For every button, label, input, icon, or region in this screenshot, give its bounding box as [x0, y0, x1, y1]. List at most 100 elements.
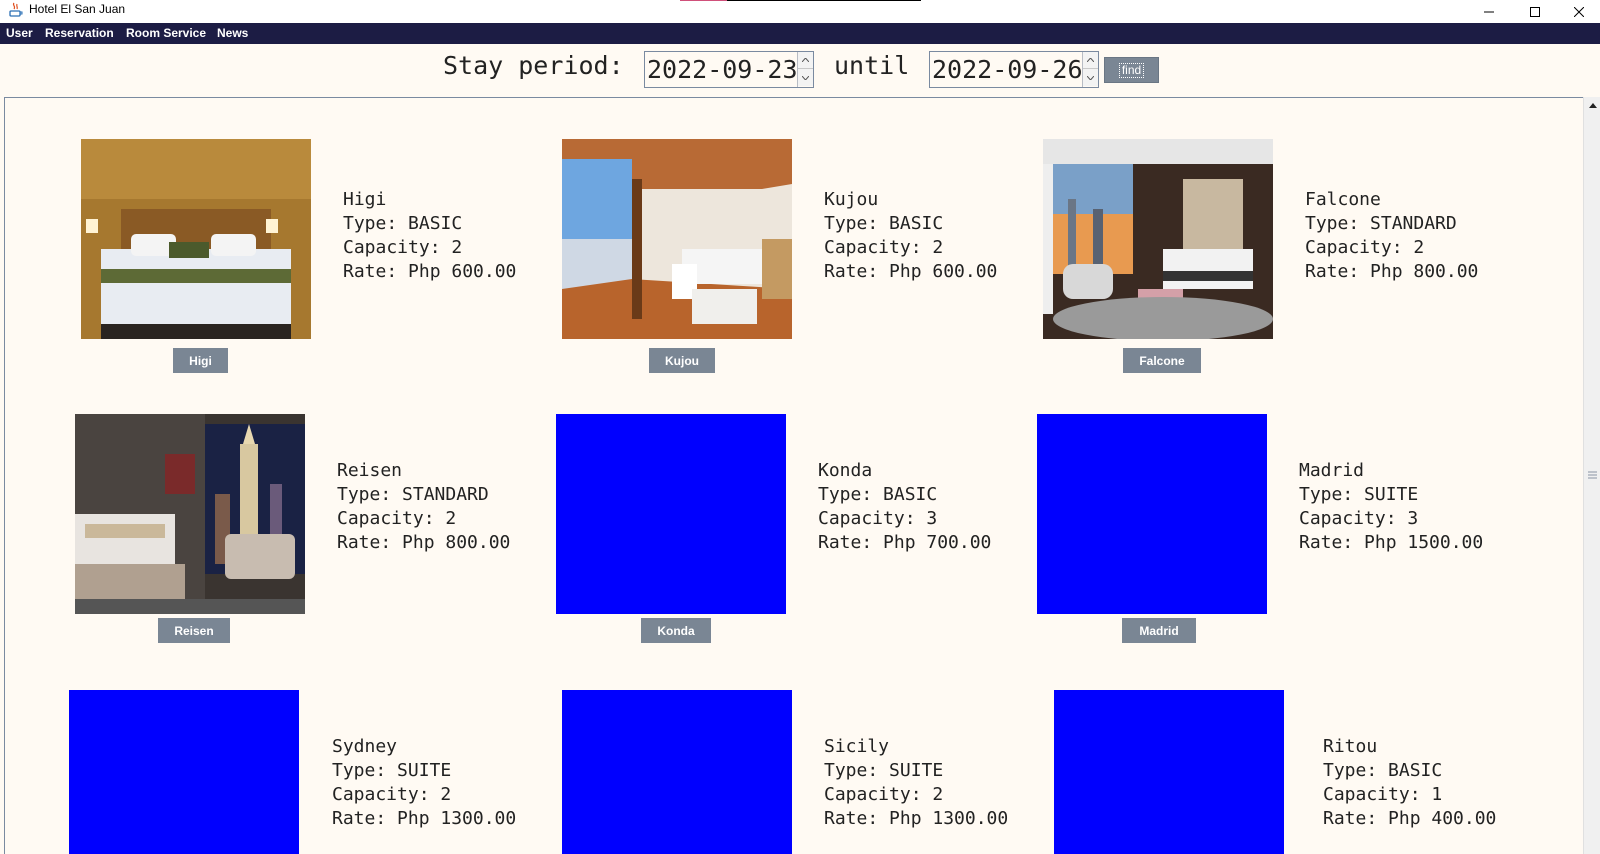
room-capacity: Capacity: 2: [824, 784, 944, 805]
room-image-ritou: [1054, 690, 1284, 854]
room-name: Reisen: [337, 460, 403, 481]
room-image-higi: [81, 139, 311, 339]
room-info-madrid: Madrid Type: SUITE Capacity: 3 Rate: Php 15…: [1299, 459, 1483, 555]
start-date-decrement[interactable]: [798, 69, 813, 86]
minimize-button[interactable]: [1466, 0, 1512, 23]
room-button-reisen[interactable]: Reisen: [158, 618, 230, 643]
room-image-falcone: [1043, 139, 1273, 339]
room-capacity: Capacity: 2: [337, 508, 457, 529]
close-icon: [1574, 6, 1584, 17]
room-name: Higi: [343, 189, 387, 210]
room-type: Type: SUITE: [824, 760, 944, 781]
room-capacity: Capacity: 2: [332, 784, 452, 805]
room-capacity: Capacity: 1: [1323, 784, 1443, 805]
image-placeholder: [556, 414, 786, 614]
room-name: Konda: [818, 460, 873, 481]
menu-user[interactable]: User: [6, 26, 33, 41]
room-rate: Rate: Php 800.00: [1305, 261, 1479, 282]
room-info-falcone: Falcone Type: STANDARD Capacity: 2 Rate: Ph…: [1305, 188, 1478, 284]
stay-period-label: Stay period:: [443, 51, 624, 80]
room-name: Madrid: [1299, 460, 1365, 481]
end-date-spin-buttons: [1082, 52, 1098, 87]
room-capacity: Capacity: 2: [824, 237, 944, 258]
room-type: Type: SUITE: [332, 760, 452, 781]
scroll-up-button[interactable]: [1584, 97, 1600, 114]
find-button-label: find: [1118, 62, 1145, 78]
room-list-panel[interactable]: Higi Type: BASIC Capacity: 2 Rate: Php 600.…: [4, 97, 1600, 854]
room-rate: Rate: Php 600.00: [824, 261, 998, 282]
room-rate: Rate: Php 1300.00: [824, 808, 1009, 829]
stay-period-bar: Stay period: until find: [0, 44, 1600, 96]
room-info-sicily: Sicily Type: SUITE Capacity: 2 Rate: Php 13…: [824, 735, 1008, 831]
vertical-scrollbar[interactable]: [1583, 97, 1600, 854]
room-button-kujou[interactable]: Kujou: [649, 348, 715, 373]
start-date-spin-buttons: [797, 52, 813, 87]
image-placeholder: [562, 690, 792, 854]
room-name: Falcone: [1305, 189, 1381, 210]
room-image-konda: [556, 414, 786, 614]
image-placeholder: [69, 690, 299, 854]
menu-bar: User Reservation Room Service News: [0, 23, 1600, 44]
room-type: Type: BASIC: [343, 213, 463, 234]
chevron-up-icon: [802, 58, 809, 62]
room-type: Type: BASIC: [818, 484, 938, 505]
end-date-field[interactable]: [930, 52, 1082, 87]
room-name: Sydney: [332, 736, 398, 757]
image-placeholder: [1054, 690, 1284, 854]
room-info-higi: Higi Type: BASIC Capacity: 2 Rate: Php 600.…: [343, 188, 516, 284]
room-info-konda: Konda Type: BASIC Capacity: 3 Rate: Php 700…: [818, 459, 991, 555]
chevron-down-icon: [1087, 75, 1094, 80]
minimize-icon: [1484, 11, 1494, 12]
room-name: Kujou: [824, 189, 879, 210]
scroll-grip-icon: [1588, 471, 1597, 479]
room-image-kujou: [562, 139, 792, 339]
room-rate: Rate: Php 800.00: [337, 532, 511, 553]
room-button-konda[interactable]: Konda: [641, 618, 711, 643]
start-date-spinner[interactable]: [644, 51, 814, 88]
window-title: Hotel El San Juan: [29, 2, 126, 16]
room-button-higi[interactable]: Higi: [173, 348, 228, 373]
arrow-up-icon: [1588, 103, 1597, 108]
java-app-icon: [9, 2, 23, 17]
title-bar: Hotel El San Juan: [0, 0, 1600, 23]
menu-reservation[interactable]: Reservation: [45, 26, 114, 41]
room-capacity: Capacity: 3: [1299, 508, 1419, 529]
room-image-reisen: [75, 414, 305, 614]
chevron-down-icon: [802, 75, 809, 80]
room-capacity: Capacity: 2: [343, 237, 463, 258]
room-info-sydney: Sydney Type: SUITE Capacity: 2 Rate: Php 13…: [332, 735, 516, 831]
start-date-increment[interactable]: [798, 52, 813, 69]
room-rate: Rate: Php 400.00: [1323, 808, 1497, 829]
room-type: Type: BASIC: [824, 213, 944, 234]
room-name: Ritou: [1323, 736, 1378, 757]
room-image-sydney: [69, 690, 299, 854]
maximize-icon: [1530, 6, 1540, 17]
end-date-spinner[interactable]: [929, 51, 1099, 88]
title-focus-strip: [680, 0, 921, 1]
image-placeholder: [1037, 414, 1267, 614]
room-rate: Rate: Php 1500.00: [1299, 532, 1484, 553]
end-date-increment[interactable]: [1083, 52, 1098, 69]
menu-news[interactable]: News: [217, 26, 248, 41]
room-button-falcone[interactable]: Falcone: [1123, 348, 1201, 373]
room-button-madrid[interactable]: Madrid: [1122, 618, 1196, 643]
room-info-ritou: Ritou Type: BASIC Capacity: 1 Rate: Php 400…: [1323, 735, 1496, 831]
start-date-field[interactable]: [645, 52, 797, 87]
room-info-reisen: Reisen Type: STANDARD Capacity: 2 Rate: Php…: [337, 459, 510, 555]
close-button[interactable]: [1558, 0, 1600, 23]
room-type: Type: BASIC: [1323, 760, 1443, 781]
until-label: until: [834, 51, 910, 80]
room-type: Type: STANDARD: [337, 484, 489, 505]
room-capacity: Capacity: 3: [818, 508, 938, 529]
room-rate: Rate: Php 600.00: [343, 261, 517, 282]
end-date-decrement[interactable]: [1083, 69, 1098, 86]
room-capacity: Capacity: 2: [1305, 237, 1425, 258]
find-button[interactable]: find: [1104, 57, 1159, 83]
room-image-sicily: [562, 690, 792, 854]
maximize-button[interactable]: [1512, 0, 1558, 23]
room-rate: Rate: Php 1300.00: [332, 808, 517, 829]
menu-room-service[interactable]: Room Service: [126, 26, 206, 41]
room-rate: Rate: Php 700.00: [818, 532, 992, 553]
chevron-up-icon: [1087, 58, 1094, 62]
room-name: Sicily: [824, 736, 890, 757]
